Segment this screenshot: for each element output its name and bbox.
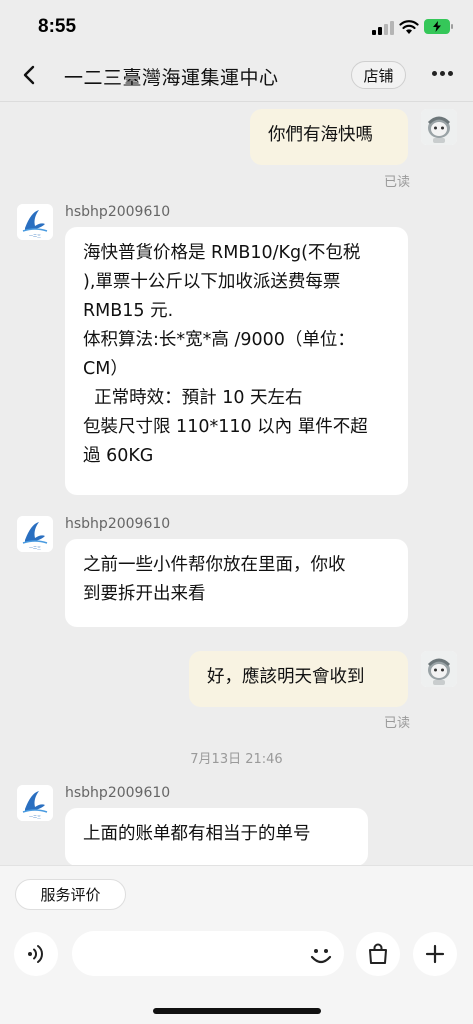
my-avatar[interactable] xyxy=(421,109,457,145)
shopping-bag-button[interactable] xyxy=(356,932,400,976)
read-status: 已读 xyxy=(384,175,411,190)
message-input[interactable] xyxy=(72,931,344,976)
status-time: 8:55 xyxy=(38,16,77,37)
sender-name: hsbhp2009610 xyxy=(65,785,171,801)
read-status: 已读 xyxy=(384,716,411,731)
back-icon[interactable] xyxy=(18,64,40,86)
more-icon[interactable] xyxy=(432,71,454,79)
message-line: 正常時效：預計 10 天左右 xyxy=(83,388,303,408)
message-line: 之前一些小件帮你放在里面，你收 xyxy=(83,555,346,575)
sender-name: hsbhp2009610 xyxy=(65,516,171,532)
message-timestamp: 7月13日 21:46 xyxy=(190,752,283,767)
message-line: 包裝尺寸限 110*110 以內 單件不超 xyxy=(83,417,368,437)
my-avatar[interactable] xyxy=(421,651,457,687)
service-review-button[interactable]: 服务评价 xyxy=(15,879,126,910)
voice-icon xyxy=(28,945,43,963)
message-line: CM） xyxy=(83,359,128,379)
message-line: RMB15 元. xyxy=(83,301,174,321)
message-line: 体积算法:长*宽*高 /9000（单位： xyxy=(83,330,355,350)
message-line: 過 60KG xyxy=(83,446,154,466)
more-actions-button[interactable] xyxy=(413,932,457,976)
message-text: 上面的账单都有相当于的单号 xyxy=(83,824,311,844)
shop-message-bubble[interactable]: 海快普貨价格是 RMB10/Kg(不包税 ),單票十公斤以下加收派送费每票 RM… xyxy=(65,227,408,495)
shop-avatar[interactable]: 一二三 xyxy=(17,204,53,240)
sender-name: hsbhp2009610 xyxy=(65,204,171,220)
home-indicator xyxy=(153,1008,321,1014)
message-line: 海快普貨价格是 RMB10/Kg(不包税 xyxy=(83,243,361,263)
chat-header: 一二三臺灣海運集運中心 店铺 xyxy=(0,50,473,102)
shop-avatar[interactable]: 一二三 xyxy=(17,516,53,552)
wifi-icon xyxy=(399,20,419,34)
input-area: 服务评价 xyxy=(0,865,473,1024)
battery-charging-icon xyxy=(424,19,453,34)
shop-message-bubble[interactable]: 上面的账单都有相当于的单号 xyxy=(65,808,368,865)
shop-avatar[interactable]: 一二三 xyxy=(17,785,53,821)
message-text: 好，應該明天會收到 xyxy=(207,667,365,687)
message-line: ),單票十公斤以下加收派送费每票 xyxy=(83,272,341,292)
svg-text:一二三: 一二三 xyxy=(29,233,41,238)
store-button[interactable]: 店铺 xyxy=(351,61,406,89)
message-text: 你們有海快嗎 xyxy=(268,125,373,145)
svg-text:一二三: 一二三 xyxy=(29,814,41,819)
my-message-bubble[interactable]: 好，應該明天會收到 xyxy=(189,651,408,707)
chat-title: 一二三臺灣海運集運中心 xyxy=(64,67,279,89)
signal-icon xyxy=(372,21,394,35)
message-list[interactable]: 你們有海快嗎 已读 一二三 hsbhp2009610 海快普貨价格是 RMB10… xyxy=(0,103,473,865)
status-bar: 8:55 xyxy=(0,0,473,50)
voice-button[interactable] xyxy=(14,932,58,976)
svg-text:一二三: 一二三 xyxy=(29,545,41,550)
shop-message-bubble[interactable]: 之前一些小件帮你放在里面，你收 到要拆开出来看 xyxy=(65,539,408,627)
emoji-icon[interactable] xyxy=(306,940,336,970)
my-message-bubble[interactable]: 你們有海快嗎 xyxy=(250,109,408,165)
plus-icon xyxy=(425,944,445,964)
message-line: 到要拆开出来看 xyxy=(83,584,206,604)
shopping-bag-icon xyxy=(369,943,387,964)
